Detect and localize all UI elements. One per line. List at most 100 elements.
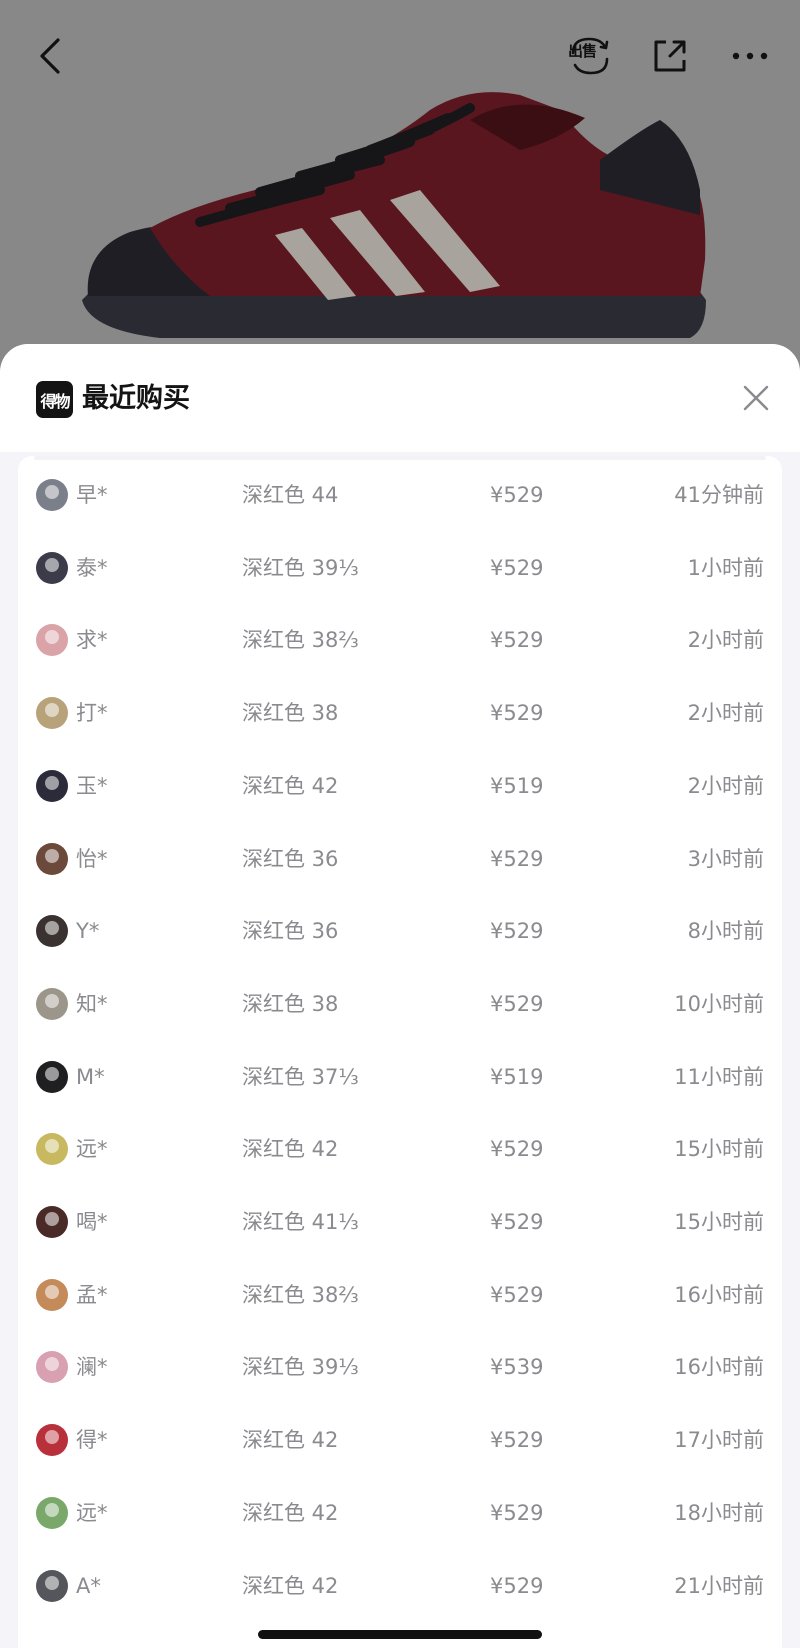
purchase-price: ¥529	[490, 555, 544, 580]
purchase-row: 知* 深红色 38 ¥529 10小时前	[18, 968, 782, 1041]
buyer-name: 喝*	[76, 1210, 108, 1234]
purchase-price: ¥519	[490, 1064, 544, 1089]
purchase-time: 11小时前	[674, 1064, 764, 1089]
purchase-price: ¥529	[490, 1137, 544, 1162]
purchase-time: 15小时前	[674, 1137, 764, 1162]
product-spec: 深红色 38⅔	[242, 1282, 359, 1307]
purchase-row: 早* 深红色 44 ¥529 41分钟前	[18, 459, 782, 532]
product-spec: 深红色 42	[242, 773, 339, 798]
chevron-left-icon	[40, 38, 60, 74]
product-spec: 深红色 38	[242, 991, 339, 1016]
product-spec: 深红色 44	[242, 483, 339, 507]
avatar	[36, 479, 68, 511]
avatar	[36, 987, 68, 1020]
product-spec: 深红色 42	[242, 1137, 339, 1162]
purchase-price: ¥529	[490, 1573, 544, 1598]
product-spec: 深红色 39⅓	[242, 555, 359, 580]
more-button[interactable]	[722, 28, 778, 84]
purchase-time: 41分钟前	[674, 483, 764, 507]
buyer-name: 远*	[76, 1137, 108, 1162]
purchase-time: 16小时前	[674, 1355, 764, 1380]
buyer-name: 泰*	[76, 555, 108, 580]
product-spec: 深红色 42	[242, 1573, 339, 1598]
purchase-time: 2小时前	[687, 773, 764, 798]
purchase-row: A* 深红色 42 ¥529 21小时前	[18, 1550, 782, 1623]
purchase-price: ¥529	[490, 846, 544, 871]
purchase-row: 孟* 深红色 38⅔ ¥529 16小时前	[18, 1259, 782, 1332]
purchase-price: ¥529	[490, 919, 544, 944]
product-spec: 深红色 42	[242, 1500, 339, 1525]
product-spec: 深红色 38⅔	[242, 628, 359, 653]
avatar	[36, 1496, 68, 1529]
buyer-name: M*	[76, 1064, 105, 1089]
purchase-price: ¥529	[490, 1282, 544, 1307]
avatar	[36, 915, 68, 948]
home-indicator	[258, 1630, 542, 1639]
buyer-name: Y*	[76, 919, 100, 944]
purchase-price: ¥529	[490, 483, 544, 507]
product-spec: 深红色 42	[242, 1428, 339, 1453]
purchase-price: ¥529	[490, 1210, 544, 1234]
purchase-price: ¥529	[490, 701, 544, 726]
buyer-name: 澜*	[76, 1355, 108, 1380]
purchase-price: ¥529	[490, 1500, 544, 1525]
purchase-time: 10小时前	[674, 991, 764, 1016]
dewu-logo: 得物	[36, 381, 73, 418]
purchase-row: 玉* 深红色 42 ¥519 2小时前	[18, 750, 782, 823]
avatar	[36, 551, 68, 584]
purchase-time: 18小时前	[674, 1500, 764, 1525]
purchase-row: 泰* 深红色 39⅓ ¥529 1小时前	[18, 532, 782, 605]
avatar	[36, 1569, 68, 1602]
purchase-price: ¥529	[490, 628, 544, 653]
purchase-row: 求* 深红色 38⅔ ¥529 2小时前	[18, 604, 782, 677]
buyer-name: 早*	[76, 483, 108, 507]
buyer-name: 知*	[76, 991, 108, 1016]
purchase-price: ¥529	[490, 1428, 544, 1453]
avatar	[36, 624, 68, 657]
share-out-icon	[654, 40, 686, 72]
avatar	[36, 1133, 68, 1166]
purchase-row: 远* 深红色 42 ¥529 15小时前	[18, 1113, 782, 1186]
purchase-price: ¥539	[490, 1355, 544, 1380]
product-spec: 深红色 37⅓	[242, 1064, 359, 1089]
purchase-list[interactable]: 早* 深红色 44 ¥529 41分钟前泰* 深红色 39⅓ ¥529 1小时前求* 深红色 …	[18, 456, 782, 1648]
purchase-row: 打* 深红色 38 ¥529 2小时前	[18, 677, 782, 750]
avatar	[36, 1060, 68, 1093]
product-spec: 深红色 36	[242, 846, 339, 871]
product-spec: 深红色 38	[242, 701, 339, 726]
purchase-time: 8小时前	[687, 919, 764, 944]
avatar	[36, 1351, 68, 1384]
purchase-time: 15小时前	[674, 1210, 764, 1234]
buyer-name: 打*	[76, 701, 108, 726]
purchase-row: 澜* 深红色 39⅓ ¥539 16小时前	[18, 1331, 782, 1404]
sheet-title: 最近购买	[82, 383, 190, 414]
buyer-name: 玉*	[76, 773, 108, 798]
purchase-row: Y* 深红色 36 ¥529 8小时前	[18, 895, 782, 968]
purchase-time: 21小时前	[674, 1573, 764, 1598]
purchase-time: 3小时前	[687, 846, 764, 871]
buyer-name: A*	[76, 1573, 101, 1598]
purchase-row: 远* 深红色 42 ¥529 18小时前	[18, 1477, 782, 1550]
purchase-time: 1小时前	[687, 555, 764, 580]
avatar	[36, 1424, 68, 1457]
purchase-time: 17小时前	[674, 1428, 764, 1453]
share-button[interactable]	[642, 28, 698, 84]
product-spec: 深红色 36	[242, 919, 339, 944]
purchase-price: ¥519	[490, 773, 544, 798]
sell-button[interactable]: 出售	[562, 28, 618, 84]
product-spec: 深红色 39⅓	[242, 1355, 359, 1380]
buyer-name: 求*	[76, 628, 108, 653]
buyer-name: 怡*	[76, 846, 108, 871]
more-horizontal-icon	[732, 52, 768, 60]
recent-purchases-sheet: 得物 最近购买 早* 深红色 44 ¥529 41分钟前泰* 深红色 39⅓ ¥529 1小…	[0, 344, 800, 1648]
purchase-row: 怡* 深红色 36 ¥529 3小时前	[18, 823, 782, 896]
product-spec: 深红色 41⅓	[242, 1210, 359, 1234]
sheet-header: 得物 最近购买	[0, 344, 800, 452]
product-hero: 出售	[0, 0, 800, 400]
close-button[interactable]	[736, 378, 776, 418]
sell-label: 出售	[568, 42, 597, 60]
purchase-row: 得* 深红色 42 ¥529 17小时前	[18, 1404, 782, 1477]
avatar	[36, 1206, 68, 1238]
purchase-time: 2小时前	[687, 628, 764, 653]
back-button[interactable]	[22, 28, 78, 84]
